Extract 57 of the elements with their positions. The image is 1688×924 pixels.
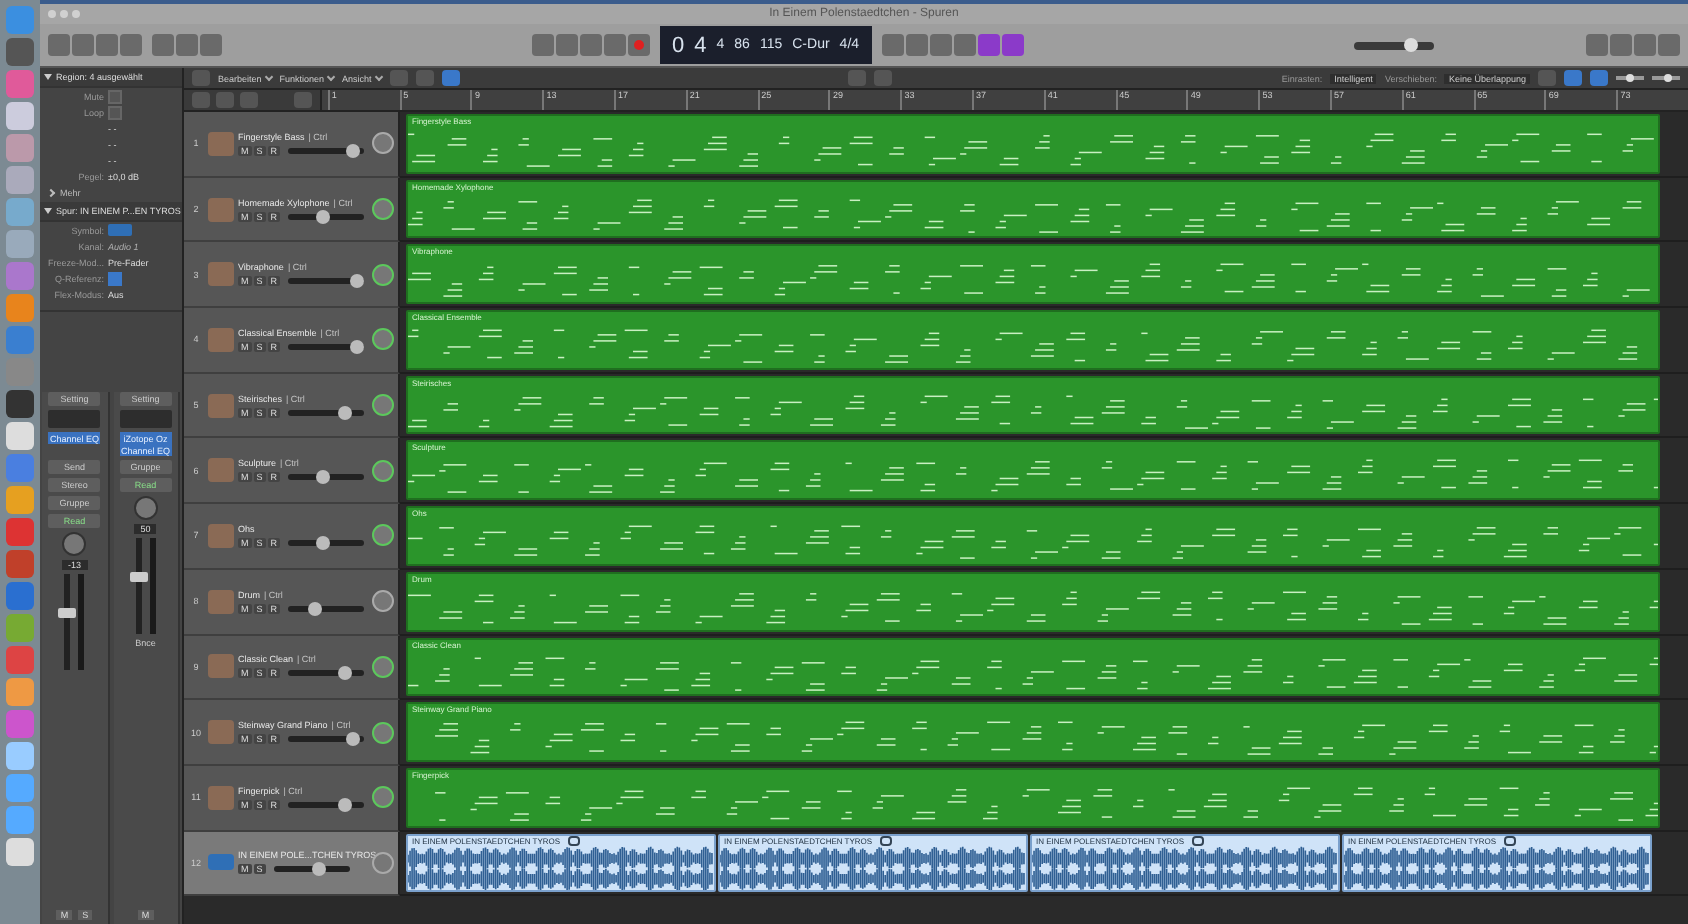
window-controls-icon[interactable] bbox=[48, 10, 80, 18]
chevron-icon[interactable] bbox=[46, 188, 56, 198]
pan-knob[interactable] bbox=[372, 198, 394, 221]
disclosure-triangle-icon[interactable] bbox=[44, 208, 52, 214]
app-icon[interactable] bbox=[6, 838, 34, 866]
disclosure-triangle-icon[interactable] bbox=[44, 74, 52, 80]
level-meter bbox=[78, 574, 85, 670]
pan-knob[interactable] bbox=[372, 524, 394, 547]
pan-knob[interactable] bbox=[133, 496, 158, 520]
lcd-value: 0 bbox=[672, 33, 685, 57]
volume-slider[interactable] bbox=[288, 213, 365, 220]
app-icon[interactable] bbox=[6, 390, 34, 418]
master-volume-slider[interactable] bbox=[1353, 41, 1434, 49]
volume-slider[interactable] bbox=[288, 343, 365, 350]
pan-knob[interactable] bbox=[372, 263, 394, 286]
pan-knob[interactable] bbox=[372, 328, 394, 351]
app-icon[interactable] bbox=[6, 38, 34, 66]
volume-slider[interactable] bbox=[288, 278, 365, 285]
loop-icon bbox=[880, 835, 893, 846]
pan-knob[interactable] bbox=[62, 532, 87, 556]
volume-fader[interactable] bbox=[64, 574, 71, 670]
volume-slider[interactable] bbox=[288, 474, 365, 481]
level-meter bbox=[149, 538, 156, 634]
loop-icon bbox=[1504, 835, 1517, 846]
record-icon[interactable] bbox=[628, 34, 650, 56]
pan-knob[interactable] bbox=[372, 459, 394, 482]
volume-slider[interactable] bbox=[288, 801, 365, 808]
volume-slider[interactable] bbox=[288, 147, 365, 154]
app-icon[interactable] bbox=[6, 486, 34, 514]
caret-icon bbox=[264, 71, 273, 81]
lcd-value: 4 bbox=[694, 33, 707, 57]
pan-knob[interactable] bbox=[372, 590, 394, 613]
app-icon[interactable] bbox=[6, 678, 34, 706]
volume-slider[interactable] bbox=[288, 670, 365, 677]
checkbox[interactable] bbox=[108, 105, 122, 119]
loop-icon bbox=[568, 835, 581, 846]
checkbox[interactable] bbox=[108, 271, 122, 285]
checkbox[interactable] bbox=[108, 89, 122, 103]
volume-fader[interactable] bbox=[135, 538, 142, 634]
volume-slider[interactable] bbox=[288, 736, 365, 743]
pan-knob[interactable] bbox=[372, 786, 394, 809]
app-icon[interactable] bbox=[6, 102, 34, 130]
pan-knob[interactable] bbox=[372, 721, 394, 744]
pan-knob[interactable] bbox=[372, 132, 394, 155]
pan-knob[interactable] bbox=[372, 655, 394, 678]
caret-icon bbox=[374, 71, 383, 81]
volume-slider[interactable] bbox=[273, 866, 350, 873]
app-icon[interactable] bbox=[6, 742, 34, 770]
volume-slider[interactable] bbox=[288, 409, 365, 416]
loop-icon bbox=[1192, 835, 1205, 846]
volume-slider[interactable] bbox=[288, 539, 365, 546]
caret-icon bbox=[326, 71, 336, 81]
pan-knob[interactable] bbox=[372, 851, 394, 874]
volume-slider[interactable] bbox=[288, 605, 365, 612]
pan-knob[interactable] bbox=[372, 394, 394, 417]
app-icon[interactable] bbox=[6, 422, 34, 450]
app-icon[interactable] bbox=[6, 166, 34, 194]
